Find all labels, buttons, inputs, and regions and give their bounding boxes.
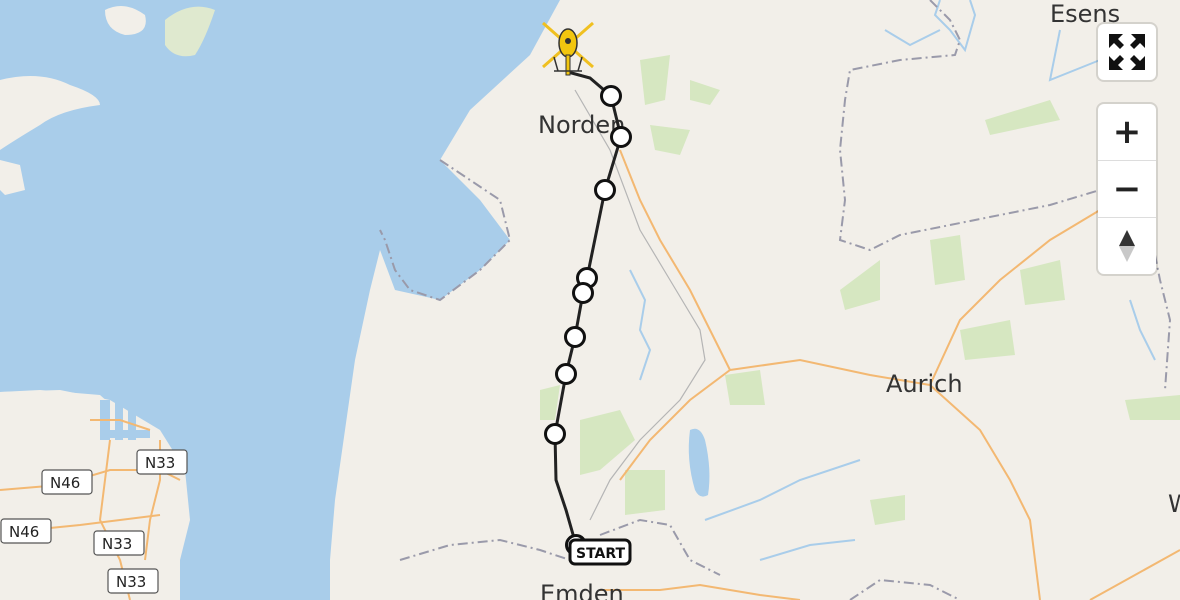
plus-icon: + xyxy=(1112,112,1142,152)
road-label-n33: N33 xyxy=(136,449,188,475)
waypoint-marker[interactable] xyxy=(600,85,622,107)
place-label-emden: Emden xyxy=(540,580,624,600)
place-label-w: W xyxy=(1168,490,1180,518)
fullscreen-control xyxy=(1098,24,1156,80)
reset-north-button[interactable] xyxy=(1098,218,1156,274)
road-label-n33: N33 xyxy=(107,568,159,594)
zoom-controls: + − xyxy=(1098,104,1156,274)
road-label-n33: N33 xyxy=(93,530,145,556)
svg-text:START: START xyxy=(576,546,626,562)
road-label-n46: N46 xyxy=(41,469,93,495)
road-label-n46: N46 xyxy=(0,518,52,544)
waypoint-marker[interactable] xyxy=(572,282,594,304)
start-label: START xyxy=(568,538,632,566)
svg-text:N46: N46 xyxy=(50,474,80,492)
fullscreen-icon xyxy=(1109,34,1145,70)
waypoint-marker[interactable] xyxy=(564,326,586,348)
svg-text:N33: N33 xyxy=(102,535,132,553)
svg-text:N33: N33 xyxy=(116,573,146,591)
minus-icon: − xyxy=(1112,169,1142,209)
fullscreen-button[interactable] xyxy=(1098,24,1156,80)
waypoint-marker[interactable] xyxy=(555,363,577,385)
svg-text:N46: N46 xyxy=(9,523,39,541)
compass-icon xyxy=(1119,230,1135,262)
zoom-in-button[interactable]: + xyxy=(1098,104,1156,161)
map-canvas[interactable]: Norden Esens Aurich Emden W N33 N46 N46 … xyxy=(0,0,1180,600)
waypoint-marker[interactable] xyxy=(544,423,566,445)
svg-text:N33: N33 xyxy=(145,454,175,472)
waypoint-marker[interactable] xyxy=(610,126,632,148)
waypoint-marker[interactable] xyxy=(594,179,616,201)
zoom-out-button[interactable]: − xyxy=(1098,161,1156,218)
place-label-aurich: Aurich xyxy=(886,370,963,398)
